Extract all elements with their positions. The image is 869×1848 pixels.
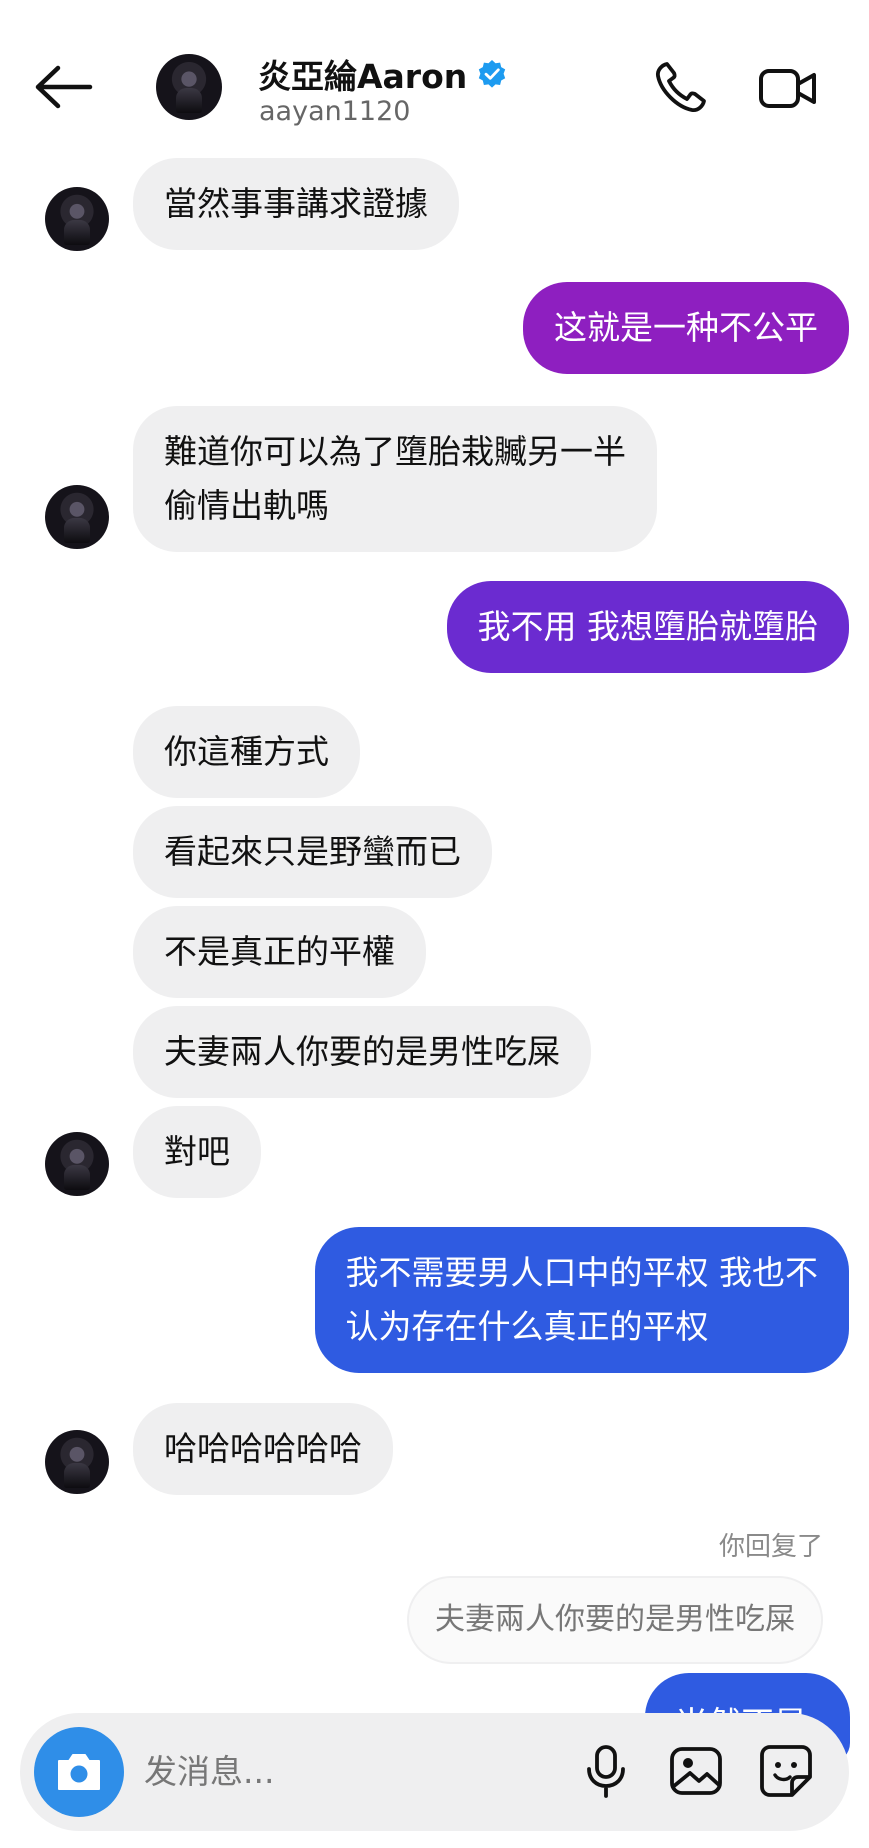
sender-avatar[interactable] — [45, 485, 109, 549]
back-arrow-icon[interactable] — [34, 62, 94, 112]
incoming-message[interactable]: 看起來只是野蠻而已 — [133, 806, 492, 898]
microphone-icon[interactable] — [576, 1741, 636, 1801]
incoming-message[interactable]: 哈哈哈哈哈哈 — [133, 1403, 393, 1495]
reply-label: 你回复了 — [718, 1532, 823, 1562]
contact-name-row[interactable]: 炎亞綸Aaron — [258, 50, 507, 98]
incoming-message[interactable]: 夫妻兩人你要的是男性吃屎 — [133, 1006, 591, 1098]
chat-header: 炎亞綸Aaron aayan1120 — [0, 0, 869, 160]
video-call-icon[interactable] — [758, 58, 818, 118]
incoming-message[interactable]: 不是真正的平權 — [133, 906, 426, 998]
contact-name: 炎亞綸Aaron — [258, 57, 468, 96]
quoted-reply-message[interactable]: 夫妻兩人你要的是男性吃屎 — [407, 1576, 823, 1664]
contact-avatar[interactable] — [156, 54, 222, 120]
sender-avatar[interactable] — [45, 1132, 109, 1196]
incoming-message[interactable]: 你這種方式 — [133, 706, 360, 798]
phone-call-icon[interactable] — [650, 58, 710, 118]
outgoing-message[interactable]: 我不需要男人口中的平权 我也不 认为存在什么真正的平权 — [314, 1227, 849, 1373]
contact-handle: aayan1120 — [259, 96, 411, 127]
outgoing-message[interactable]: 这就是一种不公平 — [523, 282, 849, 374]
gallery-icon[interactable] — [666, 1741, 726, 1801]
camera-button[interactable] — [34, 1727, 124, 1817]
sender-avatar[interactable] — [45, 187, 109, 251]
sticker-icon[interactable] — [756, 1741, 816, 1801]
verified-badge-icon — [479, 60, 506, 88]
sender-avatar[interactable] — [45, 1430, 109, 1494]
outgoing-message[interactable]: 我不用 我想墮胎就墮胎 — [446, 581, 849, 673]
incoming-message[interactable]: 當然事事講求證據 — [133, 158, 459, 250]
camera-icon — [58, 1754, 100, 1790]
incoming-message[interactable]: 難道你可以為了墮胎栽贓另一半 偷情出軌嗎 — [133, 406, 657, 552]
message-input[interactable]: 发消息... — [144, 1743, 564, 1801]
message-composer: 发消息... — [20, 1713, 849, 1831]
incoming-message[interactable]: 對吧 — [133, 1106, 261, 1198]
